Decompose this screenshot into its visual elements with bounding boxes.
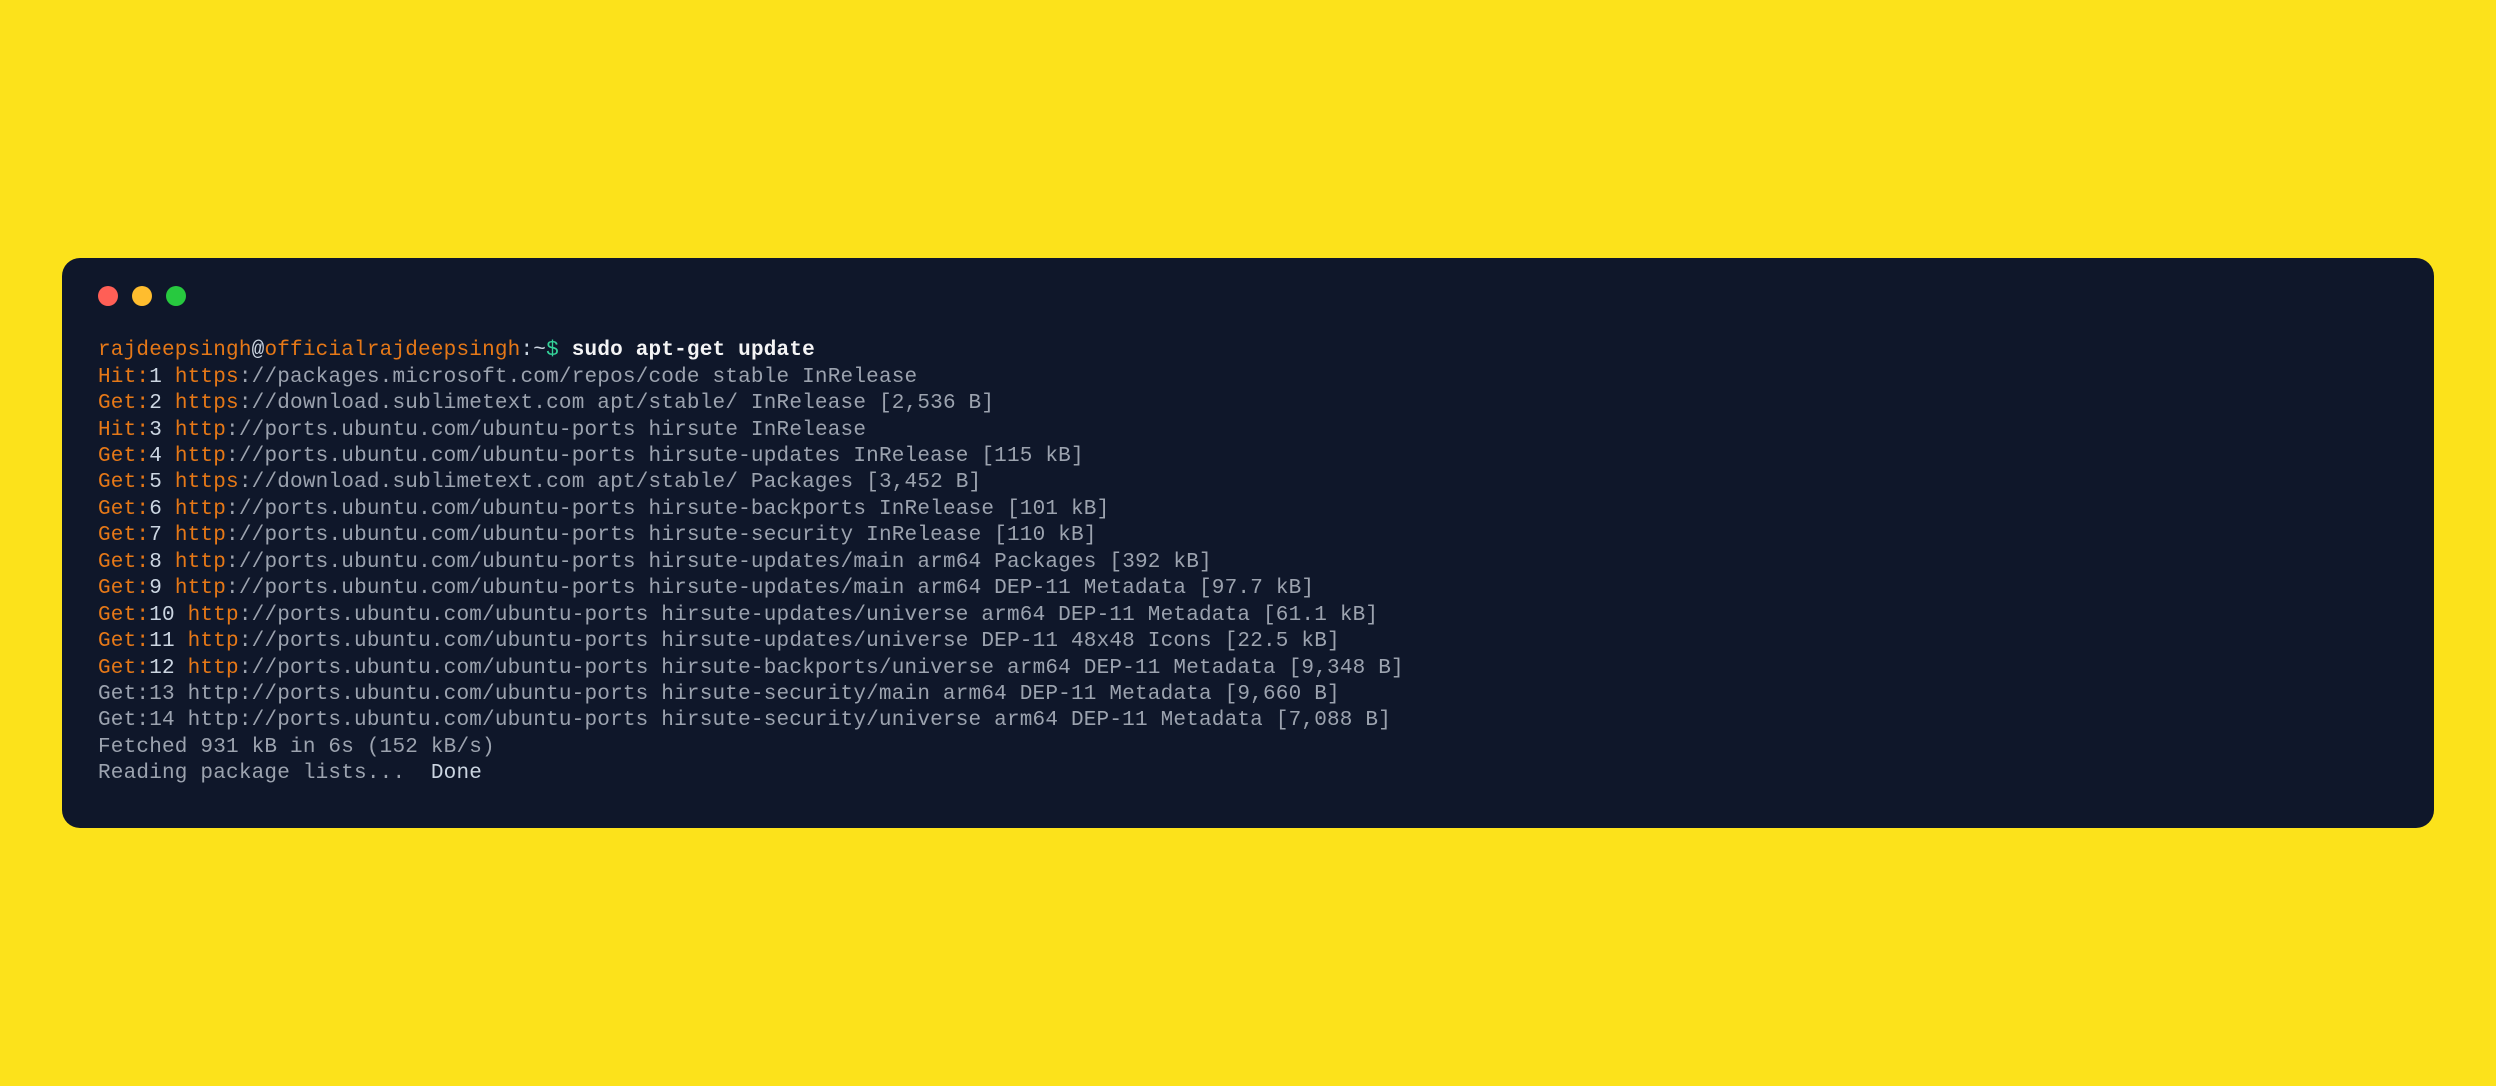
output-line: Get:14 http://ports.ubuntu.com/ubuntu-po… — [98, 708, 2398, 734]
output-action: Get: — [98, 392, 149, 415]
output-action: Get: — [98, 551, 149, 574]
output-rest: ://ports.ubuntu.com/ubuntu-ports hirsute… — [226, 577, 1314, 600]
prompt-command: sudo apt-get update — [572, 339, 815, 362]
prompt-user: rajdeepsingh — [98, 339, 252, 362]
output-scheme: https — [175, 366, 239, 389]
output-index: 1 — [149, 366, 175, 389]
output-line: Get:11 http://ports.ubuntu.com/ubuntu-po… — [98, 629, 2398, 655]
output-rest: ://ports.ubuntu.com/ubuntu-ports hirsute… — [226, 498, 1109, 521]
output-index: 10 — [149, 604, 187, 627]
output-scheme: http — [175, 419, 226, 442]
output-scheme: http — [188, 657, 239, 680]
output-rest: ://ports.ubuntu.com/ubuntu-ports hirsute… — [226, 445, 1084, 468]
output-scheme: https — [175, 392, 239, 415]
prompt-path: :~ — [520, 339, 546, 362]
output-rest: ://ports.ubuntu.com/ubuntu-ports hirsute… — [239, 630, 1340, 653]
output-index: 3 — [149, 419, 175, 442]
output-scheme: http — [188, 604, 239, 627]
output-action: Hit: — [98, 419, 149, 442]
output-index: 8 — [149, 551, 175, 574]
output-action: Get: — [98, 524, 149, 547]
output-index: 7 — [149, 524, 175, 547]
output-line: Get:10 http://ports.ubuntu.com/ubuntu-po… — [98, 603, 2398, 629]
reading-done: Done — [431, 762, 482, 785]
maximize-icon[interactable] — [166, 286, 186, 306]
prompt-host: officialrajdeepsingh — [264, 339, 520, 362]
close-icon[interactable] — [98, 286, 118, 306]
output-line: Hit:3 http://ports.ubuntu.com/ubuntu-por… — [98, 418, 2398, 444]
output-rest: ://ports.ubuntu.com/ubuntu-ports hirsute… — [239, 657, 1404, 680]
output-action: Get: — [98, 445, 149, 468]
output-line: Get:13 http://ports.ubuntu.com/ubuntu-po… — [98, 682, 2398, 708]
output-line: Get:6 http://ports.ubuntu.com/ubuntu-por… — [98, 497, 2398, 523]
output-rest: ://packages.microsoft.com/repos/code sta… — [239, 366, 918, 389]
terminal-output: Hit:1 https://packages.microsoft.com/rep… — [98, 365, 2398, 735]
output-index: 6 — [149, 498, 175, 521]
output-index: 12 — [149, 657, 187, 680]
output-scheme: http — [175, 445, 226, 468]
output-scheme: http — [175, 498, 226, 521]
output-action: Get: — [98, 657, 149, 680]
output-scheme: https — [175, 471, 239, 494]
output-rest: ://ports.ubuntu.com/ubuntu-ports hirsute… — [226, 524, 1097, 547]
terminal-window: rajdeepsingh@officialrajdeepsingh:~$ sud… — [62, 258, 2434, 828]
output-rest: ://ports.ubuntu.com/ubuntu-ports hirsute… — [239, 604, 1378, 627]
output-plain: Get:13 http://ports.ubuntu.com/ubuntu-po… — [98, 683, 1340, 706]
output-rest: ://download.sublimetext.com apt/stable/ … — [239, 471, 982, 494]
prompt-line: rajdeepsingh@officialrajdeepsingh:~$ sud… — [98, 338, 2398, 364]
output-index: 4 — [149, 445, 175, 468]
output-line: Get:2 https://download.sublimetext.com a… — [98, 391, 2398, 417]
output-action: Hit: — [98, 366, 149, 389]
output-line: Hit:1 https://packages.microsoft.com/rep… — [98, 365, 2398, 391]
output-line: Get:5 https://download.sublimetext.com a… — [98, 470, 2398, 496]
output-scheme: http — [175, 577, 226, 600]
output-scheme: http — [188, 630, 239, 653]
output-line: Get:8 http://ports.ubuntu.com/ubuntu-por… — [98, 550, 2398, 576]
output-rest: ://ports.ubuntu.com/ubuntu-ports hirsute… — [226, 419, 866, 442]
output-index: 2 — [149, 392, 175, 415]
output-scheme: http — [175, 524, 226, 547]
output-line: Get:12 http://ports.ubuntu.com/ubuntu-po… — [98, 656, 2398, 682]
output-action: Get: — [98, 630, 149, 653]
output-index: 5 — [149, 471, 175, 494]
output-plain: Get:14 http://ports.ubuntu.com/ubuntu-po… — [98, 709, 1391, 732]
reading-prefix: Reading package lists... — [98, 762, 431, 785]
output-action: Get: — [98, 577, 149, 600]
output-action: Get: — [98, 604, 149, 627]
output-line: Get:4 http://ports.ubuntu.com/ubuntu-por… — [98, 444, 2398, 470]
output-rest: ://download.sublimetext.com apt/stable/ … — [239, 392, 994, 415]
prompt-dollar: $ — [546, 339, 559, 362]
output-scheme: http — [175, 551, 226, 574]
minimize-icon[interactable] — [132, 286, 152, 306]
output-line: Get:7 http://ports.ubuntu.com/ubuntu-por… — [98, 523, 2398, 549]
output-index: 9 — [149, 577, 175, 600]
output-index: 11 — [149, 630, 187, 653]
prompt-at: @ — [252, 339, 265, 362]
reading-line: Reading package lists... Done — [98, 761, 2398, 787]
output-line: Get:9 http://ports.ubuntu.com/ubuntu-por… — [98, 576, 2398, 602]
output-action: Get: — [98, 471, 149, 494]
output-action: Get: — [98, 498, 149, 521]
window-titlebar — [98, 286, 2398, 306]
fetched-line: Fetched 931 kB in 6s (152 kB/s) — [98, 735, 2398, 761]
output-rest: ://ports.ubuntu.com/ubuntu-ports hirsute… — [226, 551, 1212, 574]
